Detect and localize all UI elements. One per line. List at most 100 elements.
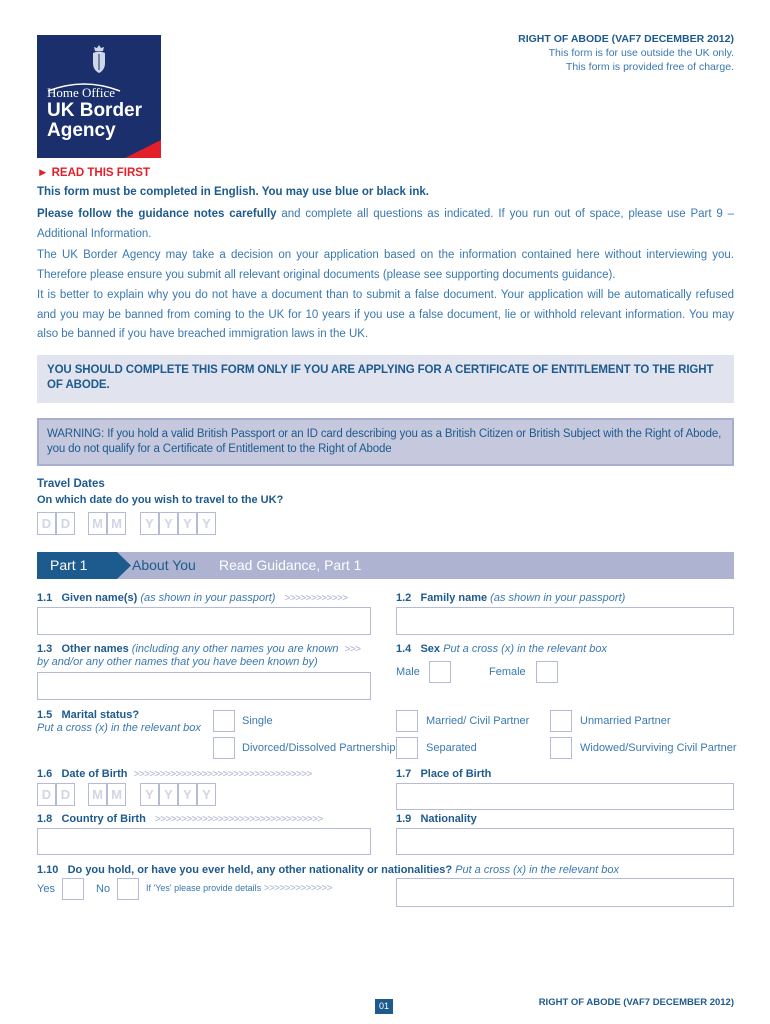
q1-6-label: 1.6 Date of Birth >>>>>>>>>>>>>>>>>>>>>>… <box>37 768 312 780</box>
intro-paragraph-1: This form must be completed in English. … <box>37 183 734 203</box>
marital-widowed-checkbox[interactable] <box>550 737 572 759</box>
marital-separated-checkbox[interactable] <box>396 737 418 759</box>
travel-date-input: DDMMYYYY <box>37 512 297 538</box>
date-of-birth-input: DDMMYYYY <box>37 783 297 809</box>
q1-7-label: 1.7 Place of Birth <box>396 768 491 780</box>
q1-8-number: 1.8 <box>37 813 53 825</box>
marital-unmarried-checkbox[interactable] <box>550 710 572 732</box>
marital-divorced-label: Divorced/Dissolved Partnership <box>242 742 396 754</box>
q1-4-hint: Put a cross (x) in the relevant box <box>443 643 607 655</box>
logo-red-corner <box>125 140 161 158</box>
q1-10-number: 1.10 <box>37 864 59 876</box>
date-of-birth-cell-day[interactable]: D <box>37 783 56 806</box>
date-of-birth-cell-year[interactable]: Y <box>140 783 159 806</box>
intro-paragraph-4: It is better to explain why you do not h… <box>37 289 734 340</box>
royal-crest-icon <box>93 45 105 73</box>
q1-10-details-label: If 'Yes' please provide details <box>146 883 262 893</box>
q1-6-arrows: >>>>>>>>>>>>>>>>>>>>>>>>>>>>>>>>>> <box>133 769 313 780</box>
q1-2-number: 1.2 <box>396 592 412 604</box>
travel-date-cell-day[interactable]: D <box>37 512 56 535</box>
family-name-field[interactable] <box>396 607 734 635</box>
travel-dates-heading: Travel Dates <box>37 478 105 490</box>
intro-ink-note: This form must be completed in English. … <box>37 186 429 198</box>
date-of-birth-cell-day[interactable]: D <box>56 783 75 806</box>
marital-unmarried-label: Unmarried Partner <box>580 715 671 727</box>
q1-5-title: Marital status? <box>61 709 140 721</box>
other-nationality-details-field[interactable] <box>396 878 734 907</box>
q1-4-title: Sex <box>420 643 441 655</box>
page-number: 01 <box>375 999 393 1014</box>
q1-10-title: Do you hold, or have you ever held, any … <box>67 864 453 876</box>
travel-date-cell-year[interactable]: Y <box>140 512 159 535</box>
other-nationality-yes-checkbox[interactable] <box>62 878 84 900</box>
q1-1-arrows: >>>>>>>>>>>> <box>284 593 348 604</box>
q1-3-arrows: >>> <box>344 644 361 655</box>
date-of-birth-cell-year[interactable]: Y <box>178 783 197 806</box>
marital-separated-label: Separated <box>426 742 477 754</box>
logo-agency-name: UK Border Agency <box>47 101 142 141</box>
q1-10-label: 1.10 Do you hold, or have you ever held,… <box>37 864 619 876</box>
sex-female-label: Female <box>489 666 526 678</box>
read-this-first-heading: ► READ THIS FIRST <box>37 167 150 179</box>
q1-6-title: Date of Birth <box>61 768 128 780</box>
date-of-birth-cell-year[interactable]: Y <box>159 783 178 806</box>
date-of-birth-cell-year[interactable]: Y <box>197 783 216 806</box>
travel-date-cell-year[interactable]: Y <box>159 512 178 535</box>
uk-border-agency-logo: Home Office UK Border Agency <box>37 35 161 158</box>
travel-date-cell-month[interactable]: M <box>107 512 126 535</box>
logo-line-agency: Agency <box>47 120 116 141</box>
triangle-right-icon: ► <box>37 167 49 179</box>
marital-married-checkbox[interactable] <box>396 710 418 732</box>
travel-date-cell-year[interactable]: Y <box>197 512 216 535</box>
warning-notice: WARNING: If you hold a valid British Pas… <box>37 418 734 466</box>
form-title: RIGHT OF ABODE (VAF7 DECEMBER 2012) <box>518 33 734 45</box>
marital-single-label: Single <box>242 715 273 727</box>
intro-paragraph-2: Please follow the guidance notes careful… <box>37 205 734 244</box>
q1-4-label: 1.4 Sex Put a cross (x) in the relevant … <box>396 643 607 655</box>
q1-3-number: 1.3 <box>37 643 53 655</box>
date-of-birth-cell-month[interactable]: M <box>107 783 126 806</box>
country-of-birth-field[interactable] <box>37 828 371 855</box>
marital-divorced-checkbox[interactable] <box>213 737 235 759</box>
q1-8-title: Country of Birth <box>61 813 146 825</box>
travel-date-cell-year[interactable]: Y <box>178 512 197 535</box>
nationality-field[interactable] <box>396 828 734 855</box>
read-this-first-label: READ THIS FIRST <box>51 167 150 179</box>
travel-date-cell-month[interactable]: M <box>88 512 107 535</box>
intro-guidance-bold: Please follow the guidance notes careful… <box>37 208 277 220</box>
given-names-field[interactable] <box>37 607 371 635</box>
q1-10-details-prompt: If 'Yes' please provide details >>>>>>>>… <box>146 883 332 894</box>
q1-3-hint: (including any other names you are known <box>131 643 339 655</box>
other-nationality-no-checkbox[interactable] <box>117 878 139 900</box>
marital-married-label: Married/ Civil Partner <box>426 715 530 727</box>
q1-3-hint-2: by and/or any other names that you have … <box>37 656 318 668</box>
part-1-guidance-link[interactable]: Read Guidance, Part 1 <box>219 552 361 579</box>
sex-male-checkbox[interactable] <box>429 661 451 683</box>
q1-1-title: Given name(s) <box>61 592 138 604</box>
q1-5-hint: Put a cross (x) in the relevant box <box>37 722 201 734</box>
q1-5-label: 1.5 Marital status? Put a cross (x) in t… <box>37 709 201 735</box>
q1-9-label: 1.9 Nationality <box>396 813 477 825</box>
place-of-birth-field[interactable] <box>396 783 734 810</box>
intro-paragraph-3: The UK Border Agency may take a decision… <box>37 249 734 281</box>
q1-3-title: Other names <box>61 643 129 655</box>
q1-7-title: Place of Birth <box>420 768 492 780</box>
q1-1-number: 1.1 <box>37 592 53 604</box>
travel-date-question: On which date do you wish to travel to t… <box>37 494 284 506</box>
eligibility-notice: YOU SHOULD COMPLETE THIS FORM ONLY IF YO… <box>37 355 734 403</box>
travel-date-cell-day[interactable]: D <box>56 512 75 535</box>
logo-line-uk-border: UK Border <box>47 100 143 121</box>
date-of-birth-cell-month[interactable]: M <box>88 783 107 806</box>
q1-2-label: 1.2 Family name (as shown in your passpo… <box>396 592 625 604</box>
marital-widowed-label: Widowed/Surviving Civil Partner <box>580 742 737 754</box>
form-subtitle-free: This form is provided free of charge. <box>565 61 734 73</box>
marital-single-checkbox[interactable] <box>213 710 235 732</box>
other-names-field[interactable] <box>37 672 371 700</box>
q1-6-number: 1.6 <box>37 768 53 780</box>
q1-9-title: Nationality <box>420 813 477 825</box>
sex-female-checkbox[interactable] <box>536 661 558 683</box>
q1-8-arrows: >>>>>>>>>>>>>>>>>>>>>>>>>>>>>>>> <box>154 814 323 825</box>
q1-10-hint: Put a cross (x) in the relevant box <box>455 864 619 876</box>
logo-home-office: Home Office <box>47 85 115 100</box>
q1-1-label: 1.1 Given name(s) (as shown in your pass… <box>37 592 348 604</box>
